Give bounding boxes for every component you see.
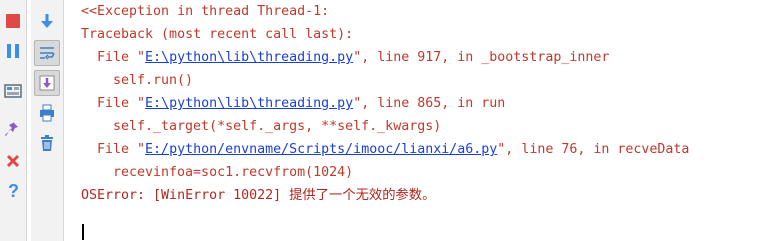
console-toolbar [31,0,64,241]
layout-icon[interactable] [2,80,24,102]
print-icon[interactable] [36,102,58,124]
file-link[interactable]: E:\python\lib\threading.py [145,50,353,65]
console-line: <<Exception in thread Thread-1: [81,4,330,19]
error-message: OSError: [WinError 10022] 提供了一个无效的参数。 [81,188,436,203]
trash-icon[interactable] [36,132,58,154]
scroll-down-icon[interactable] [36,10,58,32]
text-cursor [82,224,84,240]
traceback-frame: File "E:\python\lib\threading.py", line … [97,96,506,111]
console-output[interactable]: <<Exception in thread Thread-1: Tracebac… [81,0,767,241]
scroll-to-end-icon[interactable] [34,70,60,96]
code-line: self._target(*self._args, **self._kwargs… [113,119,442,134]
stop-icon[interactable] [2,10,24,32]
close-icon[interactable] [2,150,24,172]
traceback-frame: File "E:\python\lib\threading.py", line … [97,50,610,65]
traceback-frame: File "E:/python/envname/Scripts/imooc/li… [97,142,690,157]
console-line: Traceback (most recent call last): [81,27,354,42]
file-link[interactable]: E:\python\lib\threading.py [145,96,353,111]
code-line: recevinfoa=soc1.recvfrom(1024) [113,165,354,180]
file-link[interactable]: E:/python/envname/Scripts/imooc/lianxi/a… [145,142,497,157]
left-toolbar: ? [0,0,27,241]
help-icon[interactable]: ? [2,180,24,202]
pin-icon[interactable] [2,118,24,140]
pause-icon[interactable] [2,40,24,62]
soft-wrap-icon[interactable] [34,40,60,66]
svg-text:?: ? [8,182,19,200]
code-line: self.run() [113,73,194,88]
